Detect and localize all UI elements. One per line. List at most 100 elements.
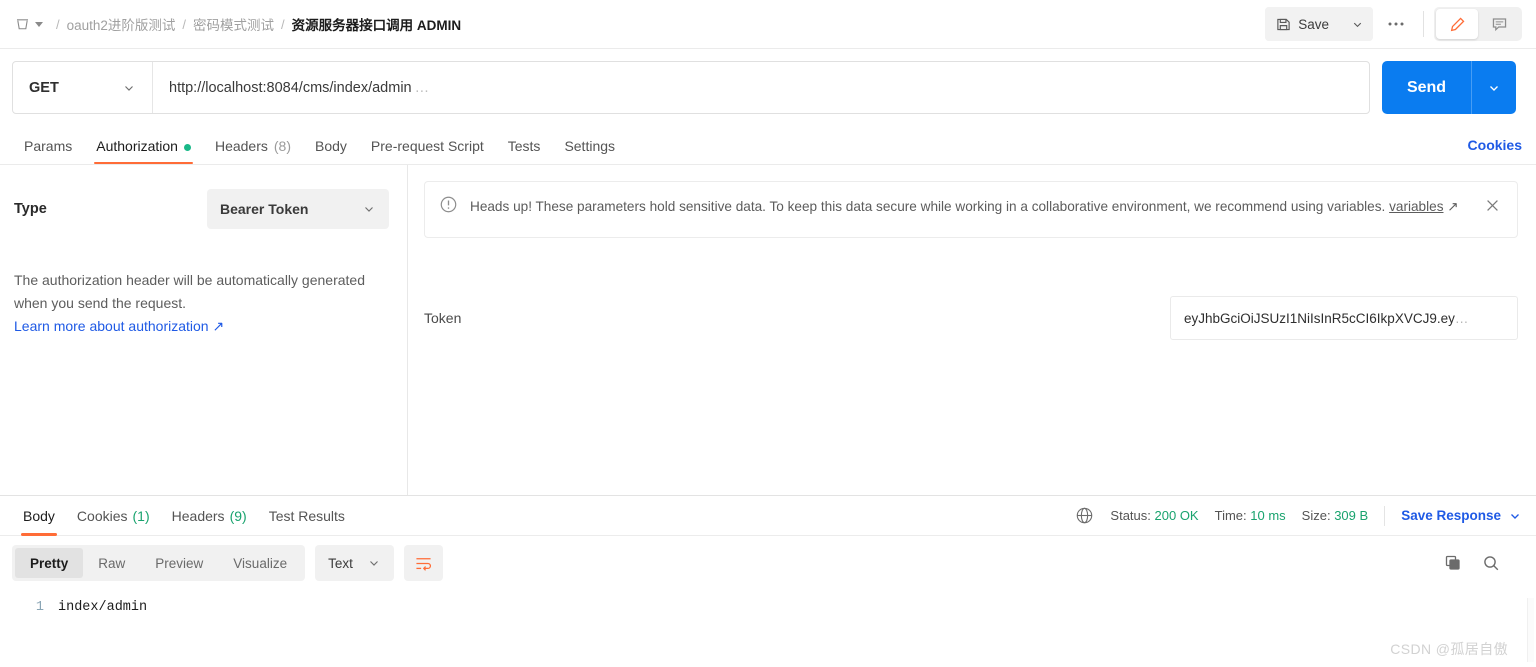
request-url-row: GET http://localhost:8084/cms/index/admi…: [0, 49, 1536, 126]
cookies-link[interactable]: Cookies: [1468, 137, 1522, 164]
tab-label: Authorization: [96, 138, 178, 154]
code-line: 1 index/admin: [0, 600, 1536, 615]
method-select[interactable]: GET: [13, 62, 153, 113]
tab-body[interactable]: Body: [303, 139, 359, 164]
tab-headers[interactable]: Headers (8): [203, 139, 303, 164]
learn-more-link[interactable]: Learn more about authorization: [14, 318, 209, 334]
alert-circle-icon: [440, 196, 457, 213]
watermark: CSDN @孤居自傲: [1390, 641, 1508, 657]
response-format-bar: Pretty Raw Preview Visualize Text: [0, 536, 1536, 590]
save-response-button[interactable]: Save Response: [1401, 508, 1522, 523]
chevron-down-icon: [1353, 22, 1361, 27]
authorization-right-pane: Heads up! These parameters hold sensitiv…: [408, 165, 1536, 495]
response-meta: Status: 200 OK Time: 10 ms Size: 309 B S…: [1075, 505, 1522, 526]
external-link-arrow-icon: ↗: [1447, 199, 1459, 214]
status-badge: Status: 200 OK: [1110, 508, 1198, 523]
search-button[interactable]: [1482, 554, 1500, 572]
collection-cup-icon[interactable]: [14, 16, 43, 33]
word-wrap-icon: [416, 557, 431, 571]
breadcrumb-item-0[interactable]: oauth2进阶版测试: [67, 14, 176, 34]
token-label: Token: [424, 310, 462, 326]
tab-label: Test Results: [268, 507, 345, 524]
save-options-button[interactable]: [1341, 7, 1373, 41]
tab-count: (9): [229, 507, 247, 524]
token-value: eyJhbGciOiJSUzI1NiIsInR5cCI6IkpXVCJ9.ey: [1184, 310, 1455, 326]
meta-divider: [1384, 505, 1386, 526]
breadcrumb-bar: / oauth2进阶版测试 / 密码模式测试 / 资源服务器接口调用 ADMIN…: [0, 0, 1536, 49]
tab-count: (8): [273, 138, 291, 154]
chevron-down-icon: [365, 207, 373, 212]
chevron-down-icon: [125, 85, 133, 91]
tab-label: Body: [23, 507, 55, 524]
status-value: 200 OK: [1154, 508, 1199, 523]
request-tab-bar: Params Authorization Headers (8) Body Pr…: [0, 126, 1536, 165]
tab-pre-request-script[interactable]: Pre-request Script: [359, 139, 496, 164]
comment-button[interactable]: [1478, 9, 1520, 39]
breadcrumb-item-1[interactable]: 密码模式测试: [193, 14, 274, 34]
authorization-panel: Type Bearer Token The authorization head…: [0, 165, 1536, 496]
tab-label: Headers: [214, 138, 268, 154]
variables-link[interactable]: variables: [1389, 199, 1443, 214]
modified-indicator-dot: [183, 144, 191, 151]
response-tab-body[interactable]: Body: [12, 496, 66, 536]
globe-icon[interactable]: [1075, 506, 1094, 525]
response-tab-test-results[interactable]: Test Results: [258, 496, 356, 536]
token-truncation-ellipsis: …: [1454, 310, 1469, 326]
copy-button[interactable]: [1444, 554, 1462, 572]
save-group: Save: [1265, 7, 1373, 41]
tab-label: Body: [315, 138, 347, 154]
breadcrumb-item-2[interactable]: 资源服务器接口调用 ADMIN: [292, 14, 462, 34]
search-icon: [1484, 556, 1499, 571]
chevron-down-icon: [35, 21, 43, 27]
edit-mode-button[interactable]: [1436, 9, 1478, 39]
breadcrumb-separator-2: /: [281, 16, 285, 32]
close-icon: [1487, 200, 1498, 211]
ellipsis-icon: [1388, 22, 1404, 26]
response-tab-cookies[interactable]: Cookies (1): [66, 496, 161, 536]
time-label: Time:: [1214, 508, 1247, 523]
banner-close-button[interactable]: [1482, 195, 1503, 221]
view-toggle-group: [1434, 7, 1522, 41]
postman-window: / oauth2进阶版测试 / 密码模式测试 / 资源服务器接口调用 ADMIN…: [0, 0, 1536, 667]
method-value: GET: [29, 79, 59, 96]
tab-authorization[interactable]: Authorization: [84, 139, 203, 164]
format-preview-button[interactable]: Preview: [140, 548, 218, 578]
tab-settings[interactable]: Settings: [552, 139, 627, 164]
word-wrap-button[interactable]: [403, 545, 443, 581]
copy-icon: [1445, 555, 1460, 570]
chevron-down-icon: [369, 561, 378, 566]
time-value: 10 ms: [1250, 508, 1286, 523]
breadcrumb: / oauth2进阶版测试 / 密码模式测试 / 资源服务器接口调用 ADMIN: [49, 14, 461, 34]
response-tab-headers[interactable]: Headers (9): [161, 496, 258, 536]
url-truncation-ellipsis: …: [414, 79, 430, 96]
breadcrumb-actions: Save: [1265, 7, 1522, 41]
auth-type-select[interactable]: Bearer Token: [207, 189, 389, 229]
format-raw-button[interactable]: Raw: [83, 548, 140, 578]
more-options-button[interactable]: [1379, 7, 1413, 41]
size-label: Size:: [1301, 508, 1331, 523]
format-pretty-button[interactable]: Pretty: [15, 548, 84, 578]
content-type-select[interactable]: Text: [315, 545, 394, 581]
auth-description-text: The authorization header will be automat…: [14, 272, 365, 311]
tab-label: Pre-request Script: [370, 138, 484, 154]
comment-icon: [1492, 17, 1506, 31]
tab-label: Params: [24, 138, 73, 154]
format-visualize-button[interactable]: Visualize: [218, 548, 302, 578]
token-row: Token eyJhbGciOiJSUzI1NiIsInR5cCI6IkpXVC…: [424, 296, 1518, 340]
sensitive-data-banner: Heads up! These parameters hold sensitiv…: [424, 181, 1518, 238]
send-options-button[interactable]: [1471, 61, 1516, 114]
pencil-icon: [1450, 17, 1464, 31]
response-body-editor[interactable]: 1 index/admin: [0, 590, 1536, 650]
vertical-scrollbar[interactable]: [1527, 598, 1534, 662]
size-value: 309 B: [1334, 508, 1369, 523]
tab-params[interactable]: Params: [12, 139, 84, 164]
token-input[interactable]: eyJhbGciOiJSUzI1NiIsInR5cCI6IkpXVCJ9.ey …: [1170, 296, 1518, 340]
tab-label: Tests: [507, 138, 541, 154]
tab-tests[interactable]: Tests: [496, 139, 553, 164]
send-button[interactable]: Send: [1382, 61, 1471, 114]
line-content: index/admin: [58, 600, 148, 615]
breadcrumb-separator-1: /: [182, 16, 187, 32]
size-badge: Size: 309 B: [1302, 508, 1369, 523]
url-input[interactable]: http://localhost:8084/cms/index/admin …: [153, 62, 1369, 113]
save-button[interactable]: Save: [1265, 7, 1341, 41]
